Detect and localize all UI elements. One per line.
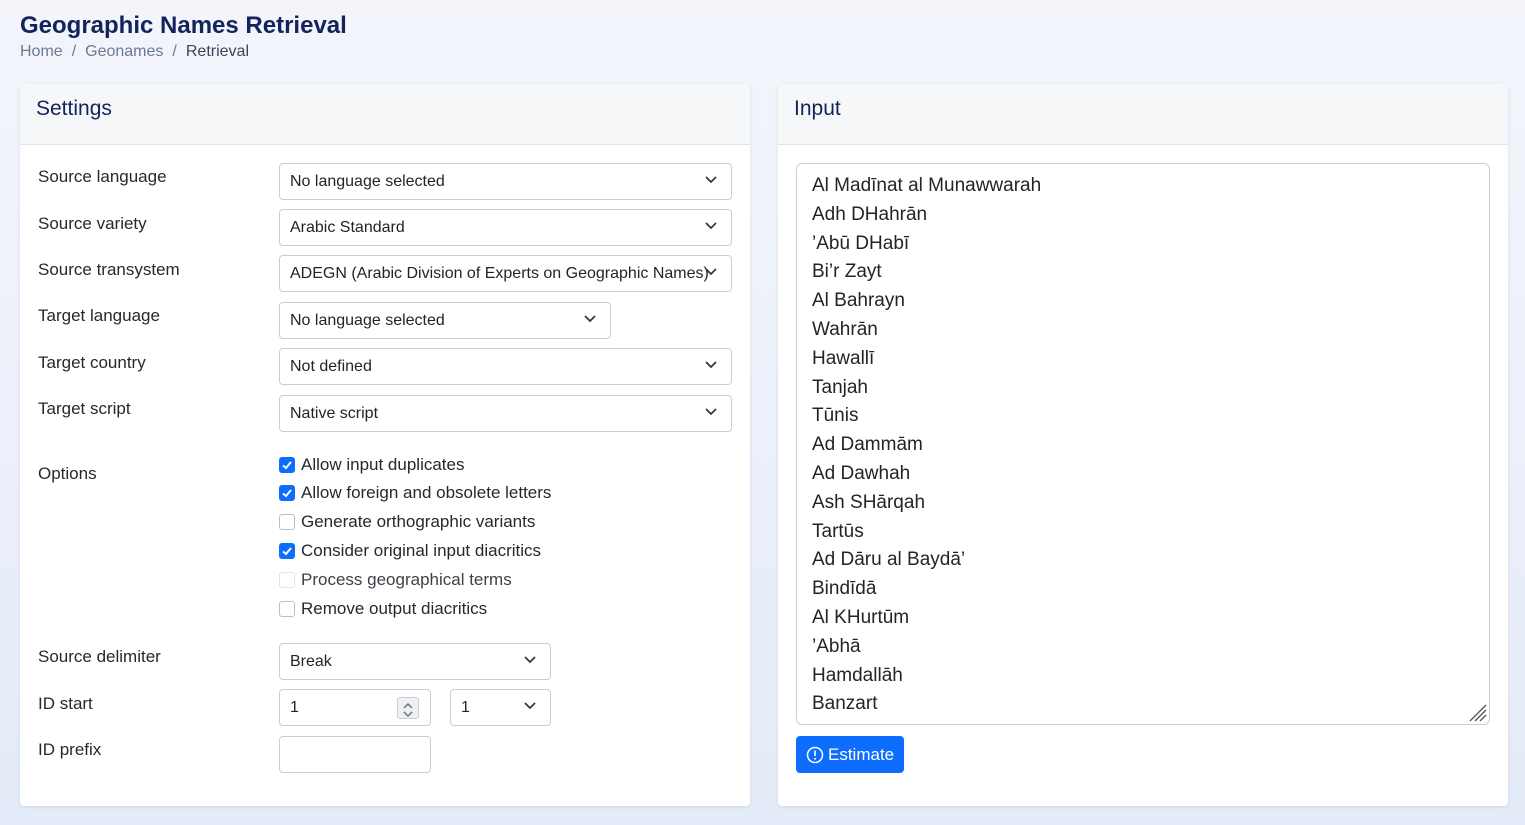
option-allow-input-duplicates[interactable]: Allow input duplicates [279, 454, 464, 476]
input-line: ’Abū DHabī [812, 232, 910, 254]
input-line: Tartūs [812, 520, 864, 542]
input-line: Hamdallāh [812, 664, 903, 686]
settings-header: Settings [20, 84, 750, 145]
option-generate-orthographic-variants[interactable]: Generate orthographic variants [279, 511, 535, 533]
id-start-label: ID start [38, 694, 93, 713]
input-line: Ad Dāru al Baydā’ [812, 549, 966, 571]
breadcrumb-geonames[interactable]: Geonames [85, 42, 163, 62]
target-country-label: Target country [38, 353, 146, 372]
input-line: Banzart [812, 693, 878, 715]
option-label: Generate orthographic variants [301, 512, 536, 531]
option-label: Remove output diacritics [301, 599, 488, 618]
input-card: Input Al Madīnat al Munawwarah Adh DHahr… [778, 84, 1508, 806]
chevron-down-icon [524, 656, 536, 664]
target-language-label: Target language [38, 306, 160, 325]
options-label: Options [38, 464, 97, 483]
input-line: Ash SHārqah [812, 491, 926, 513]
chevron-down-icon [705, 222, 717, 230]
id-step-select[interactable]: 1 [450, 689, 551, 726]
input-line: Al Madīnat al Munawwarah [812, 175, 1042, 196]
spinner-icon[interactable] [397, 697, 419, 719]
source-variety-label: Source variety [38, 214, 147, 233]
checkbox-checked[interactable] [279, 457, 295, 473]
input-line: Ad Dammām [812, 434, 923, 456]
input-line: Tanjah [812, 376, 868, 398]
chevron-down-icon [705, 408, 717, 416]
source-transystem-label: Source transystem [38, 260, 180, 279]
source-delimiter-value: Break [290, 653, 332, 670]
source-variety-value: Arabic Standard [290, 219, 405, 236]
target-script-select[interactable]: Native script [279, 395, 732, 432]
estimate-button[interactable]: Estimate [796, 736, 905, 773]
input-line: Bindīdā [812, 578, 877, 600]
checkbox-checked[interactable] [279, 543, 295, 559]
target-language-select[interactable]: No language selected [279, 302, 611, 339]
breadcrumb-home[interactable]: Home [20, 42, 63, 62]
id-start-value: 1 [290, 699, 299, 716]
option-label: Allow input duplicates [301, 455, 465, 474]
exclamation-circle-icon [806, 746, 824, 763]
source-transystem-value: ADEGN (Arabic Division of Experts on Geo… [290, 265, 709, 282]
option-process-geographical-terms: Process geographical terms [279, 569, 512, 591]
input-line: Al KHurtūm [812, 606, 910, 628]
source-variety-select[interactable]: Arabic Standard [279, 209, 732, 246]
id-start-input[interactable]: 1 [279, 689, 431, 726]
option-consider-input-diacritics[interactable]: Consider original input diacritics [279, 540, 541, 562]
chevron-down-icon [705, 268, 717, 276]
settings-card: Settings Source language No language sel… [20, 84, 750, 806]
target-language-value: No language selected [290, 312, 445, 329]
target-script-label: Target script [38, 399, 131, 418]
chevron-down-icon [584, 315, 596, 323]
checkbox-unchecked[interactable] [279, 601, 295, 617]
id-step-value: 1 [461, 699, 470, 716]
id-prefix-label: ID prefix [38, 740, 102, 759]
source-language-select[interactable]: No language selected [279, 163, 732, 200]
option-label: Process geographical terms [301, 570, 512, 589]
chevron-down-icon [705, 176, 717, 184]
target-country-value: Not defined [290, 358, 372, 375]
option-allow-foreign-letters[interactable]: Allow foreign and obsolete letters [279, 482, 551, 504]
id-prefix-input[interactable] [279, 736, 431, 773]
source-delimiter-label: Source delimiter [38, 647, 161, 666]
target-script-value: Native script [290, 405, 379, 422]
input-line: Hawallī [812, 347, 875, 369]
source-language-label: Source language [38, 167, 167, 186]
option-label: Allow foreign and obsolete letters [301, 483, 552, 502]
source-transystem-select[interactable]: ADEGN (Arabic Division of Experts on Geo… [279, 255, 732, 292]
input-line: ’Abhā [812, 635, 861, 657]
option-remove-output-diacritics[interactable]: Remove output diacritics [279, 598, 487, 620]
input-line: Wahrān [812, 318, 878, 340]
input-textarea[interactable]: Al Madīnat al Munawwarah Adh DHahrān ’Ab… [796, 163, 1490, 725]
target-country-select[interactable]: Not defined [279, 348, 732, 385]
option-label: Consider original input diacritics [301, 541, 542, 560]
input-line: Adh DHahrān [812, 203, 928, 225]
source-delimiter-select[interactable]: Break [279, 643, 551, 680]
breadcrumb-separator: / [172, 43, 177, 60]
chevron-down-icon [524, 702, 536, 710]
input-line: Al Bahrayn [812, 290, 905, 312]
input-line: Bi’r Zayt [812, 261, 882, 283]
chevron-down-icon [705, 361, 717, 369]
breadcrumb-separator: / [71, 43, 77, 60]
page-title: Geographic Names Retrieval [20, 12, 347, 39]
checkbox-checked[interactable] [279, 485, 295, 501]
breadcrumb: Home / Geonames / Retrieval [20, 42, 249, 62]
resize-handle-icon[interactable] [1467, 702, 1487, 722]
breadcrumb-current: Retrieval [185, 43, 249, 60]
checkbox-disabled [279, 572, 295, 588]
source-language-value: No language selected [290, 173, 445, 190]
input-header: Input [778, 84, 1508, 145]
estimate-label: Estimate [828, 744, 895, 764]
input-line: Tūnis [812, 405, 859, 427]
checkbox-unchecked[interactable] [279, 514, 295, 530]
input-line: Ad Dawhah [812, 462, 911, 484]
